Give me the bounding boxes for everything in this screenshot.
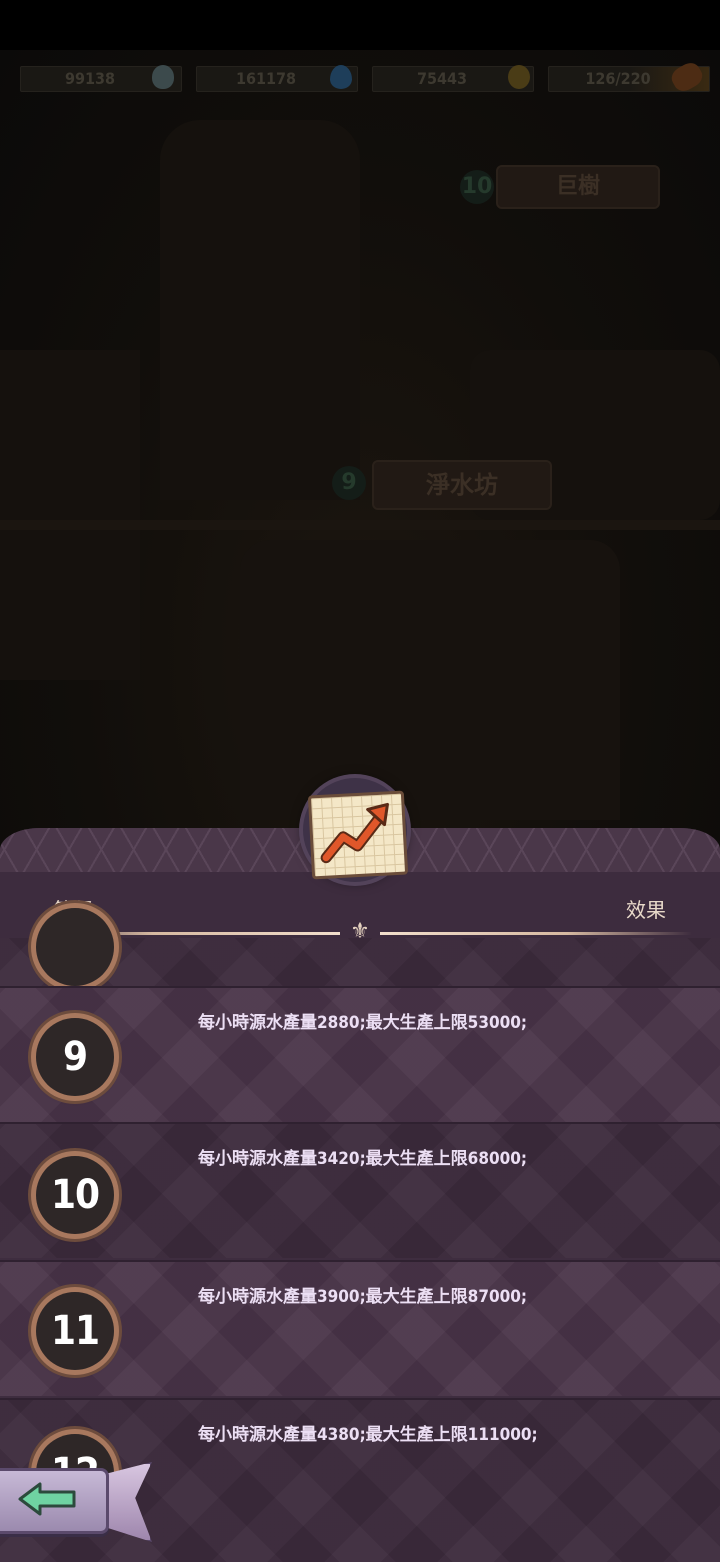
building-name: 淨水坊 xyxy=(372,460,552,510)
list-item-partial xyxy=(0,898,720,996)
level-gear-icon: 9 xyxy=(26,1008,124,1106)
resource-bread-value: 126/220 xyxy=(585,69,651,88)
header-divider-right xyxy=(380,932,692,935)
level-gear-icon xyxy=(26,898,124,996)
level-number: 11 xyxy=(50,1308,100,1354)
level-row-10: 10 每小時源水產量3420;最大生產上限68000; xyxy=(0,1122,720,1258)
level-number: 10 xyxy=(50,1172,100,1218)
level-row-9: 9 每小時源水產量2880;最大生產上限53000; xyxy=(0,986,720,1122)
stone-icon xyxy=(152,65,174,89)
resource-coin-value: 75443 xyxy=(416,69,468,88)
status-bar xyxy=(0,0,720,50)
resource-stone-value: 99138 xyxy=(64,69,116,88)
level-row-11: 11 每小時源水產量3900;最大生產上限87000; xyxy=(0,1260,720,1396)
coin-icon xyxy=(508,65,530,89)
resource-water-value: 161178 xyxy=(235,69,297,88)
level-gear-icon: 10 xyxy=(26,1146,124,1244)
back-button[interactable] xyxy=(0,1462,152,1544)
effect-column-header: 效果 xyxy=(626,898,666,922)
level-gear-icon: 11 xyxy=(26,1282,124,1380)
level-number: 9 xyxy=(62,1034,88,1080)
level-effect-text: 每小時源水產量2880;最大生產上限53000; xyxy=(198,1013,528,1033)
level-effect-text: 每小時源水產量3900;最大生產上限87000; xyxy=(198,1287,528,1307)
level-effect-text: 每小時源水產量4380;最大生產上限111000; xyxy=(198,1425,538,1445)
building-level: 9 xyxy=(332,466,366,500)
top-building-level: 10 xyxy=(460,170,494,204)
back-arrow-icon xyxy=(18,1482,76,1516)
water-drop-icon xyxy=(330,65,352,89)
top-building-label: 巨樹 xyxy=(496,165,660,209)
level-effect-text: 每小時源水產量3420;最大生產上限68000; xyxy=(198,1149,528,1169)
upgrade-chart-icon xyxy=(307,790,409,880)
